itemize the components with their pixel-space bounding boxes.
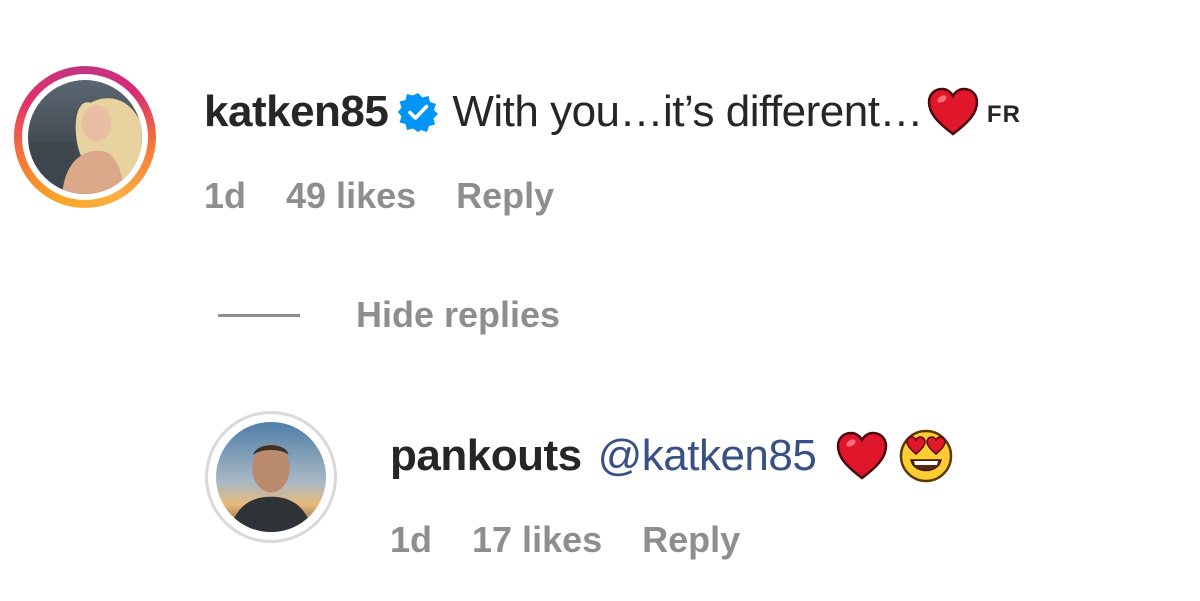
comment-likes[interactable]: 49 likes [286, 175, 416, 217]
reply-body: pankouts @katken85 [390, 428, 954, 484]
verified-badge-icon [398, 92, 439, 132]
reply-mention-link[interactable]: @katken85 [598, 431, 817, 481]
red-heart-icon [836, 431, 888, 481]
comment-reply-button[interactable]: Reply [456, 175, 554, 217]
comment-text: With you…it’s different… [452, 87, 923, 136]
comment-timestamp[interactable]: 1d [204, 175, 246, 217]
red-heart-icon [927, 87, 979, 137]
reply-avatar-ring[interactable] [205, 411, 337, 543]
reply-reply-button[interactable]: Reply [642, 519, 740, 561]
reply-likes[interactable]: 17 likes [472, 519, 602, 561]
hide-replies-label[interactable]: Hide replies [356, 294, 560, 336]
reply-timestamp[interactable]: 1d [390, 519, 432, 561]
comment-meta: 1d 49 likes Reply [204, 174, 594, 218]
avatar-story-ring[interactable] [14, 66, 156, 208]
translation-language-button[interactable]: FR [987, 101, 1021, 129]
reply-meta: 1d 17 likes Reply [390, 518, 780, 562]
comment-body: katken85 With you…it’s different… FR [204, 86, 1021, 138]
avatar[interactable] [216, 422, 326, 532]
hide-replies-toggle[interactable]: Hide replies [218, 294, 560, 336]
heart-eyes-face-icon [898, 428, 954, 484]
reply-username[interactable]: pankouts [390, 431, 582, 481]
avatar[interactable] [28, 80, 142, 194]
divider [218, 313, 300, 317]
comment-username[interactable]: katken85 [204, 87, 389, 137]
